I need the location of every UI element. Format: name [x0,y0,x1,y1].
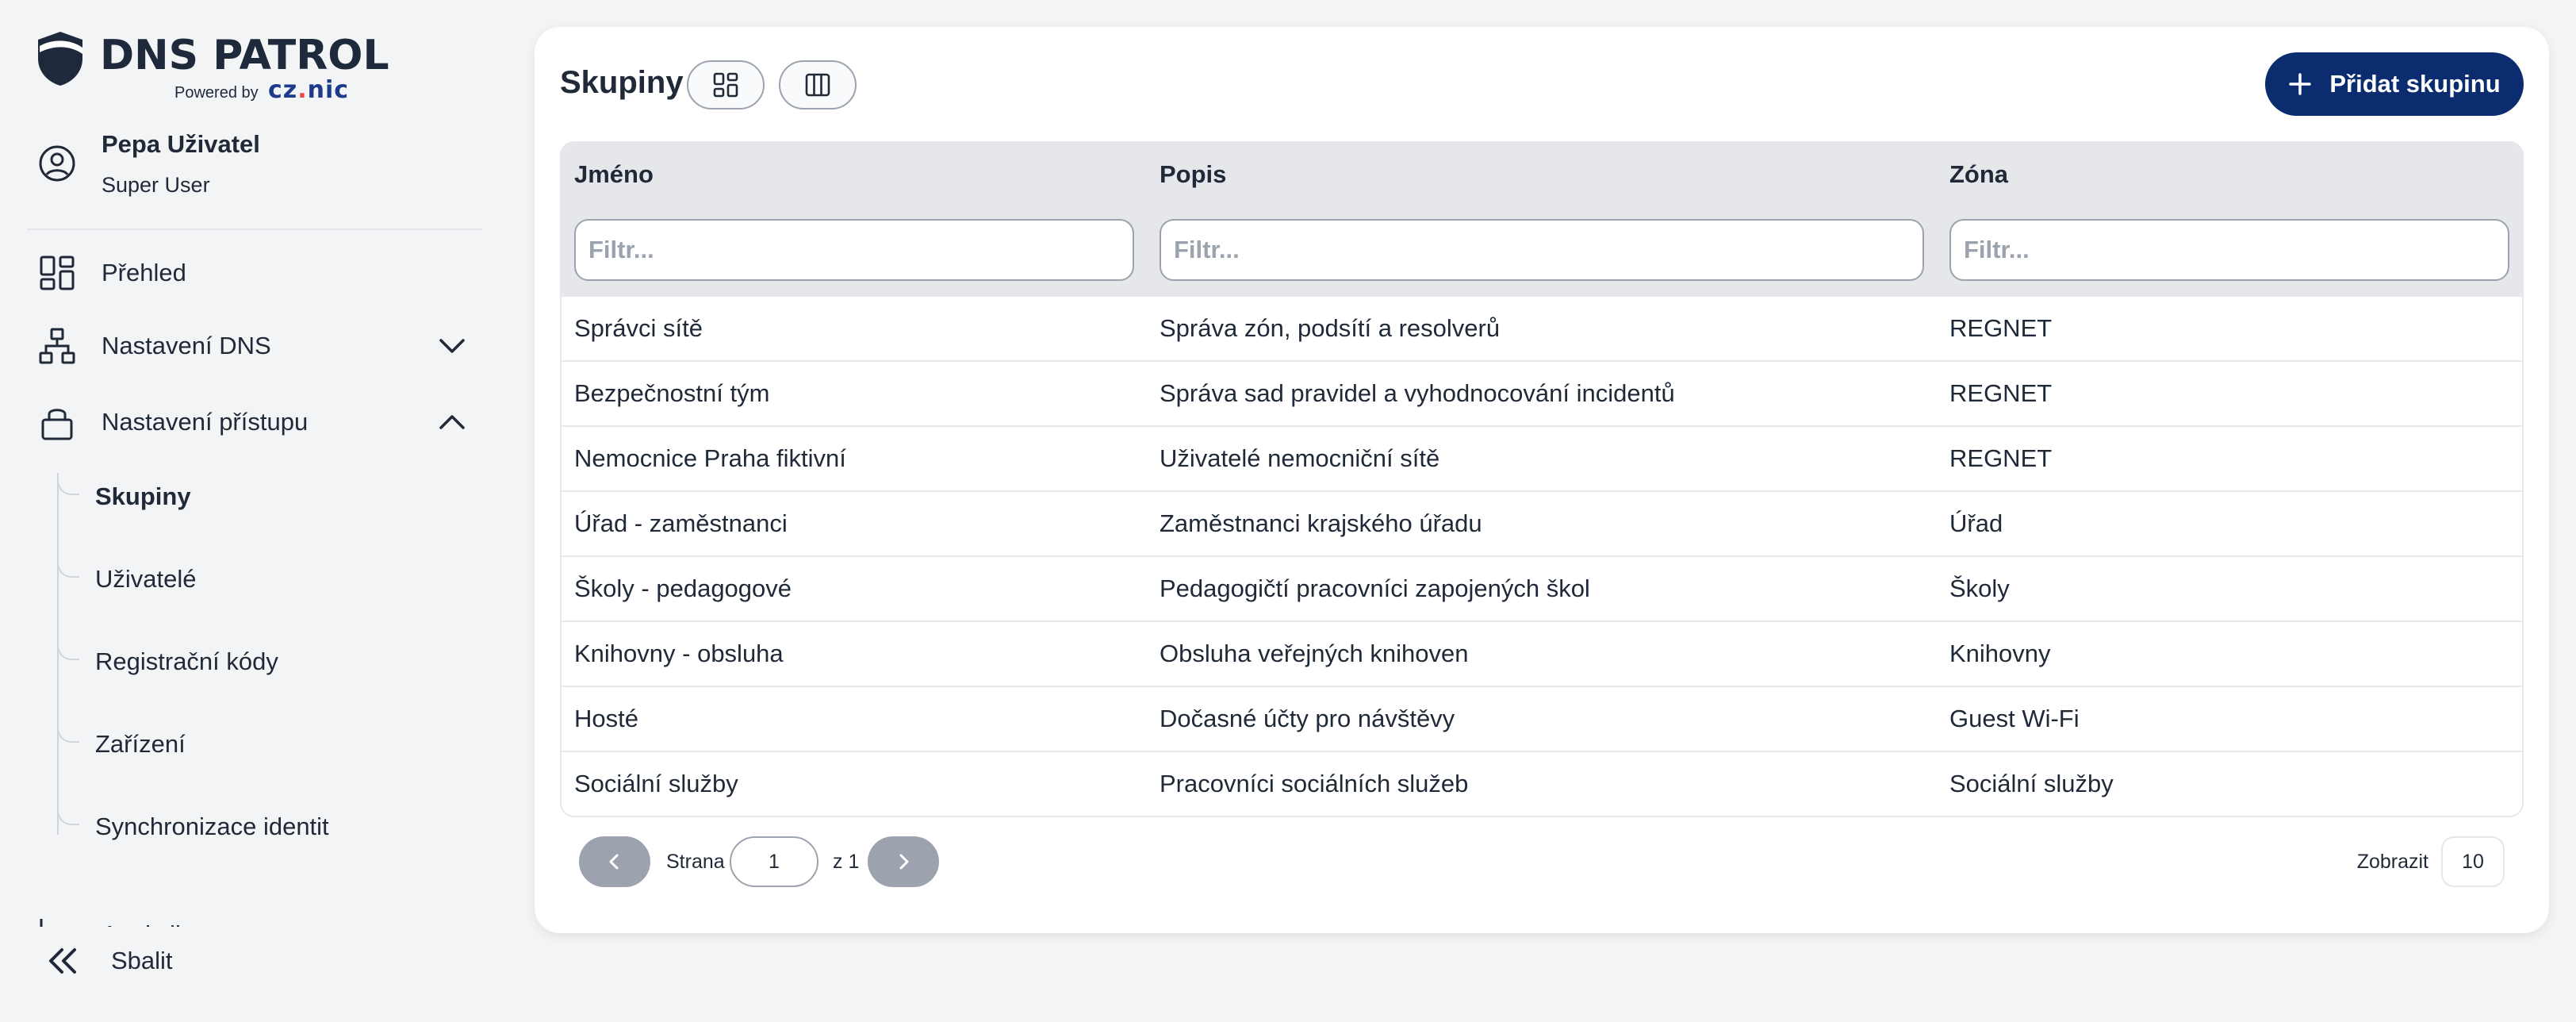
grid-view-button[interactable] [687,60,765,110]
double-chevron-left-icon [49,948,76,974]
chevron-left-icon [609,854,619,870]
filter-description-input[interactable] [1160,219,1924,281]
cell-zone: Školy [1949,574,2010,602]
sidebar-item-registration-codes[interactable]: Registrační kódy [57,638,438,682]
sidebar-item-label: Nastavení DNS [102,332,271,359]
sidebar-divider [27,229,482,230]
page-title: Skupiny [560,65,684,100]
table-row[interactable]: Správci sítě Správa zón, podsítí a resol… [562,297,2522,362]
table-row[interactable]: Bezpečnostní tým Správa sad pravidel a v… [562,362,2522,427]
page-size-label: Zobrazit [2356,851,2428,873]
lock-icon [41,409,73,440]
cell-zone: REGNET [1949,444,2053,472]
table-row[interactable]: Hosté Dočasné účty pro návštěvy Guest Wi… [562,687,2522,752]
powered-by-label: Powered by [174,84,259,102]
sidebar-item-overview[interactable]: Přehled [38,249,482,297]
page-size-input[interactable] [2441,836,2505,887]
grid-icon [713,72,738,98]
sidebar-item-identity-sync[interactable]: Synchronizace identit [57,803,438,847]
add-group-button[interactable]: Přidat skupinu [2265,52,2524,116]
cell-zone: Knihovny [1949,640,2051,667]
cell-zone: Úřad [1949,509,2003,537]
cell-description: Zaměstnanci krajského úřadu [1160,509,1482,537]
sidebar-item-label: Uživatelé [95,565,197,593]
cell-zone: REGNET [1949,314,2053,342]
sidebar-item-dns-settings[interactable]: Nastavení DNS [38,322,482,370]
sidebar-item-groups[interactable]: Skupiny [57,473,438,517]
page-label: Strana [666,851,725,873]
groups-table: Jméno Popis Zóna Správci sítě Správa zón… [560,141,2524,817]
chevron-up-icon[interactable] [436,408,468,436]
chevron-right-icon [899,854,909,870]
chart-icon [40,919,43,927]
chevron-down-icon[interactable] [436,332,468,360]
page-total-label: z 1 [833,851,860,873]
sidebar-item-users[interactable]: Uživatelé [57,555,438,600]
filter-name-input[interactable] [574,219,1134,281]
user-profile[interactable]: Pepa Uživatel Super User [38,130,482,206]
network-icon [39,328,75,364]
cell-description: Správa sad pravidel a vyhodnocování inci… [1160,379,1675,407]
plus-icon [2289,73,2312,95]
groups-card: Skupiny Přidat skupinu Jméno Popis Zóna [535,27,2549,933]
partner-logo: cz.nic [268,76,350,104]
cell-description: Obsluha veřejných knihoven [1160,640,1469,667]
cell-description: Pracovníci sociálních služeb [1160,770,1469,797]
cell-zone: REGNET [1949,379,2053,407]
user-role: Super User [102,173,210,197]
previous-page-button[interactable] [579,836,650,887]
sidebar-item-label: Přehled [102,259,186,286]
sidebar-item-access-settings[interactable]: Nastavení přístupu [38,398,482,446]
table-row[interactable]: Nemocnice Praha fiktivní Uživatelé nemoc… [562,427,2522,492]
sidebar-item-label: Skupiny [95,482,191,510]
collapse-sidebar-button[interactable]: Sbalit [44,941,173,981]
cell-name: Hosté [574,705,638,732]
cell-name: Úřad - zaměstnanci [574,509,788,537]
columns-view-button[interactable] [779,60,857,110]
table-row[interactable]: Knihovny - obsluha Obsluha veřejných kni… [562,622,2522,687]
sidebar-item-label: Synchronizace identit [95,813,329,840]
cell-description: Dočasné účty pro návštěvy [1160,705,1455,732]
next-page-button[interactable] [868,836,939,887]
table-row[interactable]: Sociální služby Pracovníci sociálních sl… [562,752,2522,816]
columns-icon [805,73,830,97]
sidebar-item-label: Zařízení [95,730,186,758]
user-circle-icon [39,145,75,182]
cell-name: Sociální služby [574,770,738,797]
cell-description: Uživatelé nemocniční sítě [1160,444,1440,472]
cell-name: Školy - pedagogové [574,574,792,602]
column-header-zone[interactable]: Zóna [1949,160,2008,189]
sidebar-item-label: Analytika [102,920,201,927]
filter-zone-input[interactable] [1949,219,2509,281]
collapse-label: Sbalit [111,947,173,974]
chevron-down-icon[interactable] [436,920,468,927]
cell-name: Správci sítě [574,314,703,342]
page-number-input[interactable] [730,836,818,887]
cell-name: Bezpečnostní tým [574,379,770,407]
column-header-name[interactable]: Jméno [574,160,654,189]
cell-zone: Guest Wi-Fi [1949,705,2080,732]
table-header: Jméno Popis Zóna [562,143,2522,297]
column-header-description[interactable]: Popis [1160,160,1226,189]
cell-name: Knihovny - obsluha [574,640,784,667]
sidebar: DNS PATROL Powered by cz.nic Pepa Uživat… [0,0,508,1022]
cell-zone: Sociální služby [1949,770,2114,797]
table-row[interactable]: Úřad - zaměstnanci Zaměstnanci krajského… [562,492,2522,557]
add-group-label: Přidat skupinu [2329,70,2501,98]
shield-icon [38,32,82,86]
sidebar-item-label: Registrační kódy [95,647,278,675]
table-row[interactable]: Školy - pedagogové Pedagogičtí pracovníc… [562,557,2522,622]
sidebar-item-label: Nastavení přístupu [102,408,309,436]
cell-description: Správa zón, podsítí a resolverů [1160,314,1501,342]
dashboard-icon [40,256,75,290]
cell-name: Nemocnice Praha fiktivní [574,444,846,472]
brand-logo[interactable]: DNS PATROL Powered by cz.nic [36,30,389,110]
user-name: Pepa Uživatel [102,130,260,158]
sidebar-item-devices[interactable]: Zařízení [57,720,438,765]
brand-name: DNS PATROL [100,32,389,79]
sidebar-item-analytics[interactable]: Analytika [38,911,482,927]
cell-description: Pedagogičtí pracovníci zapojených škol [1160,574,1590,602]
